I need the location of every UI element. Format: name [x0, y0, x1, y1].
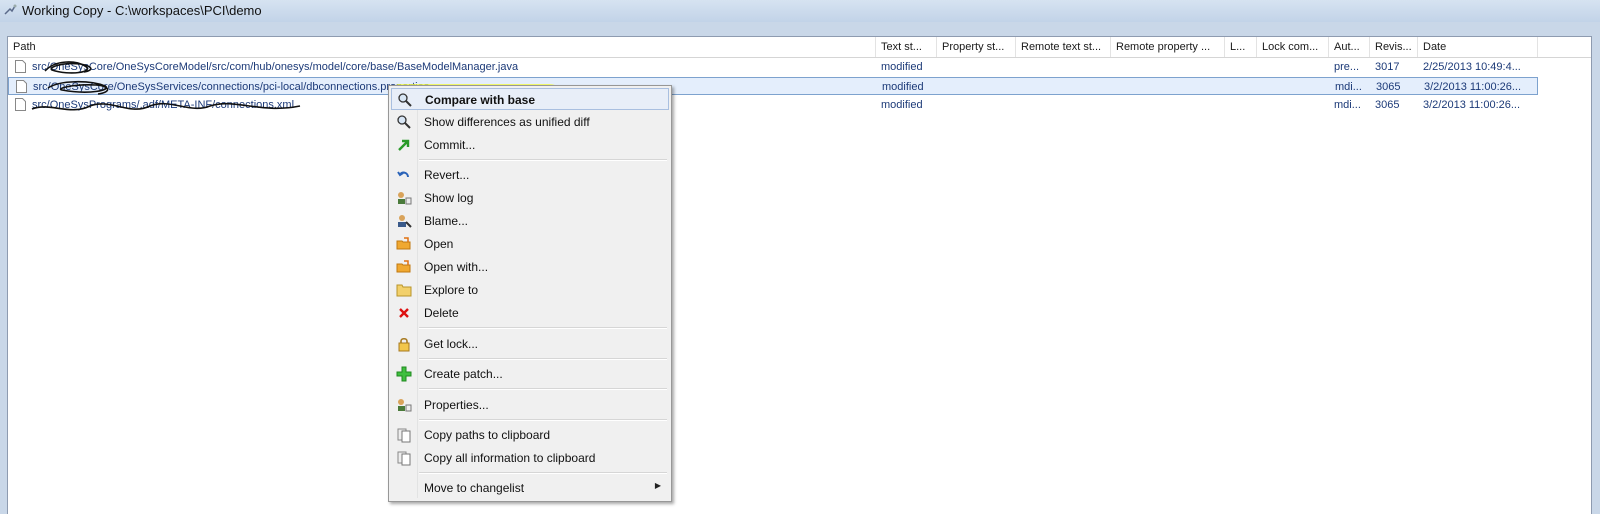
menu-item-label: Open: [424, 237, 454, 251]
folder-icon: [396, 284, 412, 297]
menu-separator: [419, 472, 667, 474]
menu-item-show-unified-diff[interactable]: Show differences as unified diff: [391, 111, 669, 133]
cell-path: src/OneSysCore/OneSysCoreModel/src/com/h…: [32, 61, 519, 73]
open-with-icon: [396, 260, 411, 273]
app-icon: [4, 4, 17, 15]
table-row-selected[interactable]: src/OneSysCore/OneSysServices/connection…: [8, 77, 1538, 95]
clipboard-icon: [397, 451, 411, 466]
magnifier-diff-icon: [398, 93, 412, 107]
menu-separator: [419, 358, 667, 360]
column-revision[interactable]: Revis...: [1370, 37, 1418, 57]
menu-separator: [419, 388, 667, 390]
magnifier-diff-icon: [397, 115, 411, 129]
menu-item-show-log[interactable]: Show log: [391, 187, 669, 209]
commit-arrow-icon: [398, 139, 410, 151]
menu-item-label: Get lock...: [424, 337, 479, 351]
menu-item-open-with[interactable]: Open with...: [391, 256, 669, 278]
menu-separator: [419, 327, 667, 329]
menu-item-label: Show log: [424, 191, 474, 205]
submenu-arrow-icon: ▶: [654, 481, 661, 490]
cell-date: 2/25/2013 10:49:4...: [1423, 61, 1521, 73]
menu-item-copy-paths[interactable]: Copy paths to clipboard: [391, 424, 669, 446]
cell-revision: 3017: [1375, 61, 1400, 73]
column-lock-comment[interactable]: Lock com...: [1257, 37, 1329, 57]
menu-item-label: Compare with base: [425, 93, 536, 107]
menu-item-delete[interactable]: Delete: [391, 302, 669, 324]
log-icon: [398, 192, 412, 205]
cell-revision: 3065: [1376, 81, 1401, 93]
menu-item-label: Copy paths to clipboard: [424, 428, 551, 442]
menu-item-revert[interactable]: Revert...: [391, 164, 669, 186]
column-remote-property-status[interactable]: Remote property ...: [1111, 37, 1225, 57]
menu-item-explore-to[interactable]: Explore to: [391, 279, 669, 301]
column-lock[interactable]: L...: [1225, 37, 1257, 57]
patch-icon: [396, 366, 412, 382]
cell-author: pre...: [1334, 61, 1360, 73]
column-author[interactable]: Aut...: [1329, 37, 1370, 57]
cell-text-status: modified: [881, 99, 923, 111]
column-date[interactable]: Date: [1418, 37, 1538, 57]
menu-item-label: Show differences as unified diff: [424, 115, 590, 129]
cell-author: mdi...: [1335, 81, 1362, 93]
menu-item-label: Create patch...: [424, 367, 503, 381]
menu-item-label: Move to changelist: [424, 481, 525, 495]
menu-item-label: Commit...: [424, 138, 476, 152]
title-bar: Working Copy - C:\workspaces\PCI\demo: [0, 0, 1600, 22]
table-row[interactable]: src/OneSysPrograms/.adf/META-INF/connect…: [8, 96, 1538, 114]
menu-item-label: Copy all information to clipboard: [424, 451, 596, 465]
cell-date: 3/2/2013 11:00:26...: [1424, 81, 1522, 93]
cell-author: mdi...: [1334, 99, 1361, 111]
blame-icon: [398, 215, 412, 228]
table-row[interactable]: src/OneSysCore/OneSysCoreModel/src/com/h…: [8, 58, 1538, 76]
menu-item-label: Explore to: [424, 283, 479, 297]
properties-icon: [398, 399, 412, 412]
menu-item-blame[interactable]: Blame...: [391, 210, 669, 232]
menu-item-copy-all-info[interactable]: Copy all information to clipboard: [391, 447, 669, 469]
menu-item-label: Revert...: [424, 168, 470, 182]
window-title: Working Copy - C:\workspaces\PCI\demo: [22, 3, 262, 18]
menu-item-properties[interactable]: Properties...: [391, 394, 669, 416]
cell-date: 3/2/2013 11:00:26...: [1423, 99, 1521, 111]
menu-item-compare-with-base[interactable]: Compare with base: [391, 88, 669, 110]
menu-item-label: Open with...: [424, 260, 489, 274]
cell-text-status: modified: [881, 61, 923, 73]
revert-arrow-icon: [397, 171, 409, 178]
open-icon: [396, 237, 411, 250]
working-copy-list[interactable]: Path Text st... Property st... Remote te…: [7, 36, 1592, 514]
clipboard-icon: [397, 428, 411, 443]
menu-item-open[interactable]: Open: [391, 233, 669, 255]
column-header: Path Text st... Property st... Remote te…: [8, 37, 1591, 58]
cell-revision: 3065: [1375, 99, 1400, 111]
delete-x-icon: [399, 308, 409, 318]
menu-separator: [419, 159, 667, 161]
menu-item-commit[interactable]: Commit...: [391, 134, 669, 156]
menu-item-move-to-changelist[interactable]: Move to changelist ▶: [391, 477, 669, 499]
column-remote-text-status[interactable]: Remote text st...: [1016, 37, 1111, 57]
menu-separator: [419, 419, 667, 421]
cell-text-status: modified: [882, 81, 924, 93]
column-property-status[interactable]: Property st...: [937, 37, 1016, 57]
menu-item-label: Blame...: [424, 214, 469, 228]
menu-item-create-patch[interactable]: Create patch...: [391, 363, 669, 385]
column-text-status[interactable]: Text st...: [876, 37, 937, 57]
menu-item-label: Delete: [424, 306, 459, 320]
menu-item-get-lock[interactable]: Get lock...: [391, 333, 669, 355]
context-menu[interactable]: Compare with base Show differences as un…: [388, 85, 672, 502]
column-path[interactable]: Path: [8, 37, 876, 57]
menu-item-label: Properties...: [424, 398, 489, 412]
lock-icon: [398, 337, 410, 352]
